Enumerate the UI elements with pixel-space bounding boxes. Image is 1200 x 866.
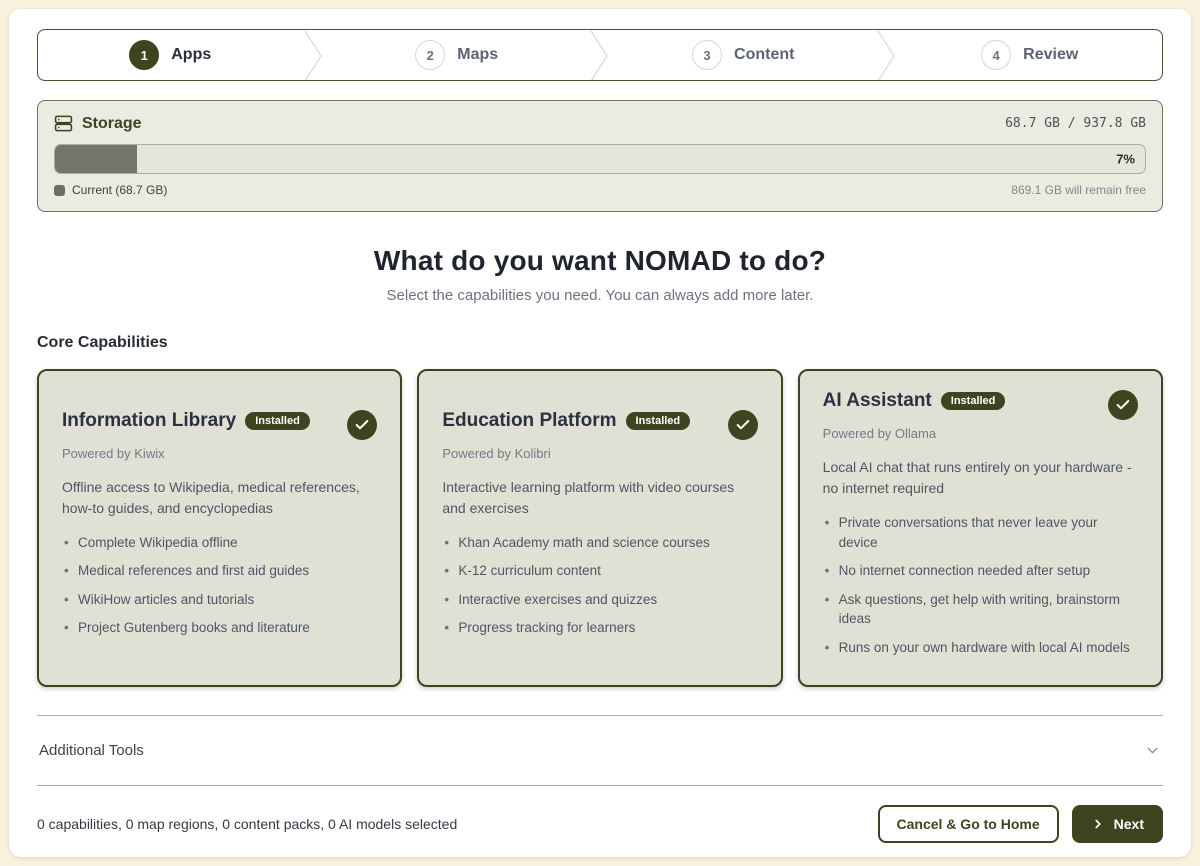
card-title: Information Library <box>62 410 236 432</box>
page-title: What do you want NOMAD to do? <box>37 245 1163 277</box>
step-label: Content <box>734 46 794 64</box>
wizard-stepper: 1 Apps 2 Maps 3 Content 4 Review <box>37 29 1163 81</box>
card-title: AI Assistant <box>823 390 932 412</box>
step-maps[interactable]: 2 Maps <box>325 30 590 80</box>
step-label: Apps <box>171 46 211 64</box>
card-description: Interactive learning platform with video… <box>442 477 757 519</box>
storage-usage-text: 68.7 GB / 937.8 GB <box>1005 116 1146 131</box>
legend-current-label: Current (68.7 GB) <box>72 183 167 197</box>
wizard-footer: 0 capabilities, 0 map regions, 0 content… <box>37 786 1163 843</box>
chevron-down-icon <box>1144 742 1161 759</box>
selected-check-icon <box>347 410 377 440</box>
feature-item: Project Gutenberg books and literature <box>62 618 377 638</box>
card-description: Offline access to Wikipedia, medical ref… <box>62 477 377 519</box>
next-button[interactable]: Next <box>1072 805 1163 843</box>
feature-item: K-12 curriculum content <box>442 561 757 581</box>
storage-percent-label: 7% <box>1116 152 1135 167</box>
capability-cards: Information Library Installed Powered by… <box>37 369 1163 687</box>
installed-badge: Installed <box>245 412 310 430</box>
legend-current-dot <box>54 185 65 196</box>
installed-badge: Installed <box>941 392 1006 410</box>
storage-progress-bar: 7% <box>54 144 1146 174</box>
feature-item: Khan Academy math and science courses <box>442 533 757 553</box>
card-feature-list: Khan Academy math and science courses K-… <box>442 533 757 638</box>
powered-by-label: Powered by Kiwix <box>62 446 377 461</box>
storage-title: Storage <box>82 115 142 133</box>
storage-remaining-label: 869.1 GB will remain free <box>1011 183 1146 197</box>
stepper-chevron-separator <box>876 30 898 81</box>
feature-item: Interactive exercises and quizzes <box>442 590 757 610</box>
feature-item: Ask questions, get help with writing, br… <box>823 590 1138 629</box>
card-description: Local AI chat that runs entirely on your… <box>823 457 1138 499</box>
installed-badge: Installed <box>626 412 691 430</box>
selection-summary: 0 capabilities, 0 map regions, 0 content… <box>37 816 457 832</box>
powered-by-label: Powered by Ollama <box>823 426 1138 441</box>
next-button-label: Next <box>1114 816 1144 832</box>
cancel-button[interactable]: Cancel & Go to Home <box>878 805 1059 843</box>
storage-progress-fill <box>55 145 137 173</box>
core-capabilities-heading: Core Capabilities <box>37 334 1163 352</box>
selected-check-icon <box>1108 390 1138 420</box>
powered-by-label: Powered by Kolibri <box>442 446 757 461</box>
card-feature-list: Complete Wikipedia offline Medical refer… <box>62 533 377 638</box>
card-title: Education Platform <box>442 410 616 432</box>
stepper-chevron-separator <box>303 30 325 81</box>
card-feature-list: Private conversations that never leave y… <box>823 513 1138 657</box>
capability-card-information-library[interactable]: Information Library Installed Powered by… <box>37 369 402 687</box>
page-subtitle: Select the capabilities you need. You ca… <box>37 287 1163 304</box>
step-number-badge: 4 <box>981 40 1011 70</box>
step-label: Review <box>1023 46 1078 64</box>
feature-item: Runs on your own hardware with local AI … <box>823 638 1138 658</box>
capability-card-education-platform[interactable]: Education Platform Installed Powered by … <box>417 369 782 687</box>
feature-item: Progress tracking for learners <box>442 618 757 638</box>
additional-tools-label: Additional Tools <box>39 742 144 759</box>
additional-tools-toggle[interactable]: Additional Tools <box>37 716 1163 785</box>
step-number-badge: 3 <box>692 40 722 70</box>
stepper-chevron-separator <box>589 30 611 81</box>
feature-item: Private conversations that never leave y… <box>823 513 1138 552</box>
feature-item: Medical references and first aid guides <box>62 561 377 581</box>
selected-check-icon <box>728 410 758 440</box>
capability-card-ai-assistant[interactable]: AI Assistant Installed Powered by Ollama… <box>798 369 1163 687</box>
feature-item: Complete Wikipedia offline <box>62 533 377 553</box>
step-number-badge: 1 <box>129 40 159 70</box>
chevron-right-icon <box>1091 817 1105 831</box>
feature-item: WikiHow articles and tutorials <box>62 590 377 610</box>
step-number-badge: 2 <box>415 40 445 70</box>
feature-item: No internet connection needed after setu… <box>823 561 1138 581</box>
storage-drive-icon <box>54 114 73 133</box>
wizard-panel: 1 Apps 2 Maps 3 Content 4 Review Storage… <box>9 9 1191 857</box>
step-label: Maps <box>457 46 498 64</box>
storage-card: Storage 68.7 GB / 937.8 GB 7% Current (6… <box>37 100 1163 212</box>
step-apps[interactable]: 1 Apps <box>38 30 303 80</box>
step-review[interactable]: 4 Review <box>898 30 1163 80</box>
step-content[interactable]: 3 Content <box>611 30 876 80</box>
